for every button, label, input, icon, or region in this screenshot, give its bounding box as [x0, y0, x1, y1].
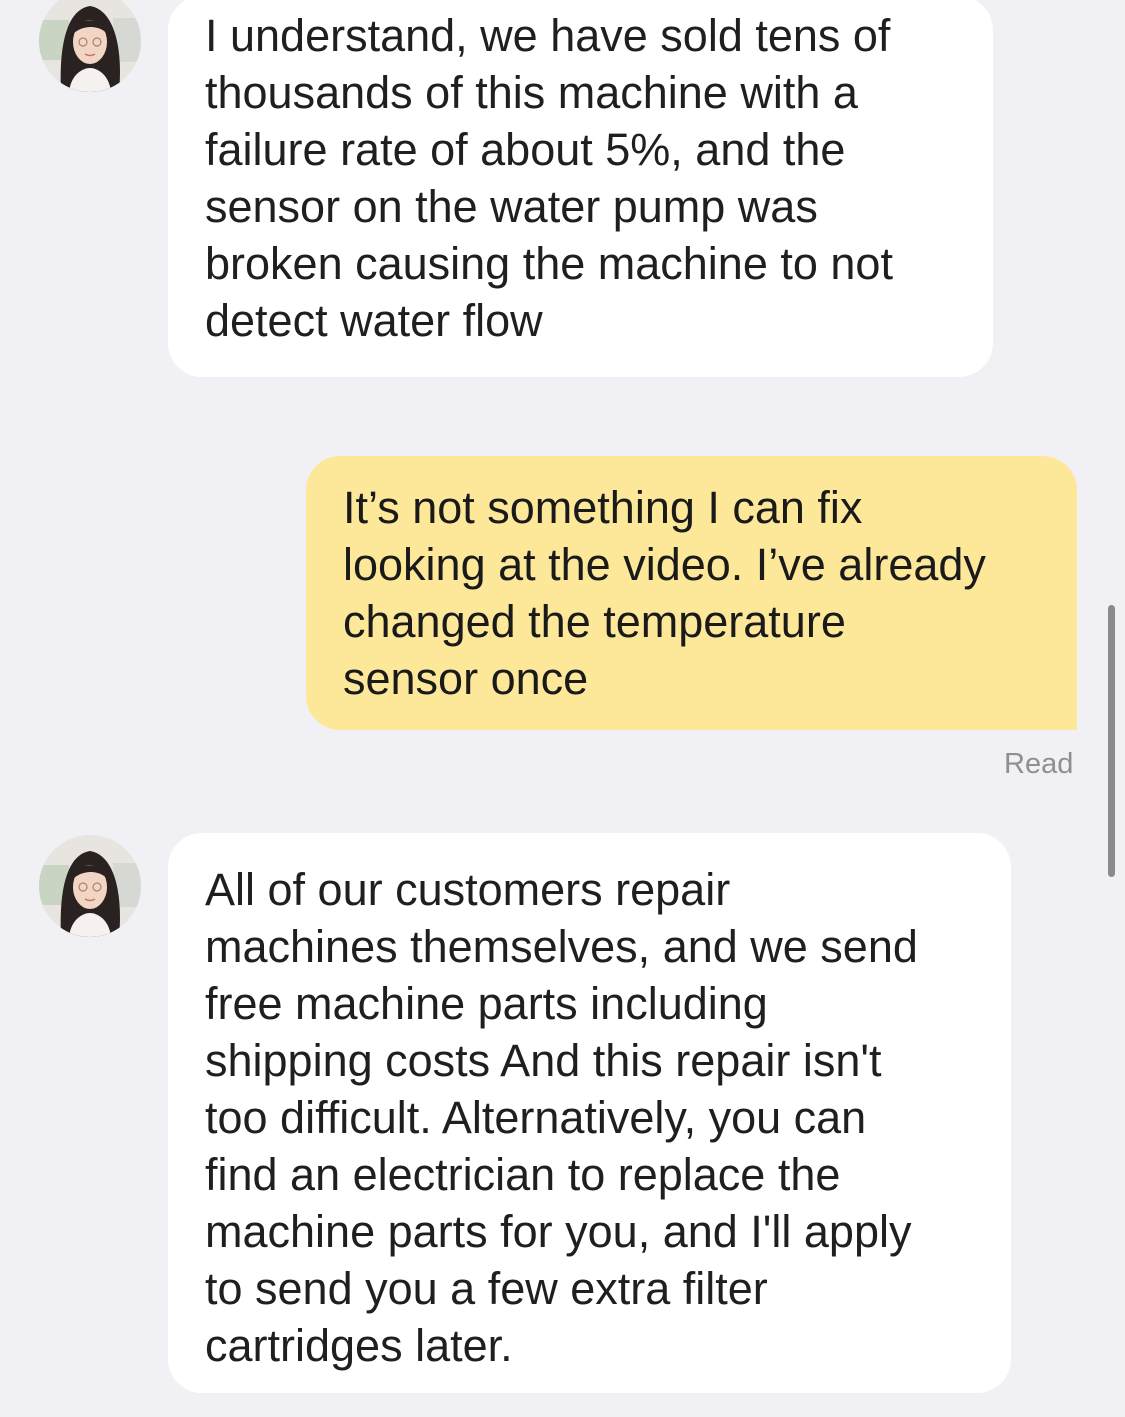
scrollbar-thumb[interactable]: [1108, 605, 1115, 877]
contact-avatar-icon[interactable]: [39, 0, 141, 92]
message-bubble[interactable]: I understand, we have sold tens of thous…: [168, 0, 993, 377]
contact-avatar-icon[interactable]: [39, 835, 141, 937]
message-bubble[interactable]: All of our customers repair machines the…: [168, 833, 1011, 1393]
chat-thread[interactable]: I understand, we have sold tens of thous…: [0, 0, 1125, 1417]
message-bubble[interactable]: It’s not something I can fix looking at …: [306, 456, 1077, 730]
read-receipt: Read: [1004, 748, 1074, 780]
